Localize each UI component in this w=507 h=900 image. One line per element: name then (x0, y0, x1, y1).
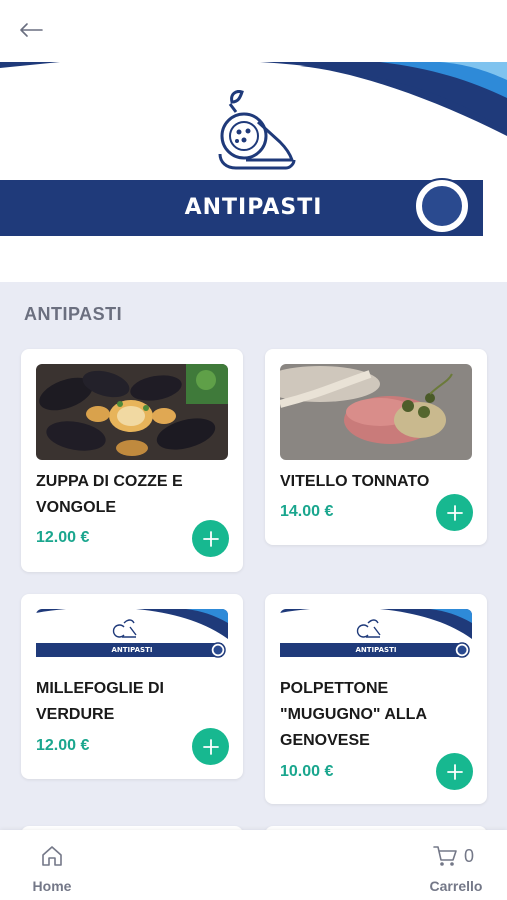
antipasti-food-icon (218, 90, 296, 170)
product-image (36, 364, 228, 460)
product-image: ANTIPASTI (280, 609, 472, 669)
mussels-photo (36, 364, 228, 460)
product-image (280, 364, 472, 460)
add-to-cart-button[interactable] (436, 753, 473, 790)
product-price: 12.00 € (36, 529, 90, 546)
placeholder-banner-label: ANTIPASTI (355, 646, 397, 654)
top-bar (0, 0, 507, 62)
product-name: MILLEFOGLIE DI VERDURE (36, 680, 164, 723)
category-banner: ANTIPASTI (0, 62, 507, 282)
cart-icon (433, 846, 457, 866)
product-name: POLPETTONE "MUGUGNO" ALLA GENOVESE (280, 680, 427, 749)
product-card[interactable]: VITELLO TONNATO 14.00 € (265, 349, 487, 545)
section-title: ANTIPASTI (24, 304, 123, 324)
product-name: VITELLO TONNATO (280, 473, 430, 490)
home-icon (42, 846, 62, 866)
add-to-cart-button[interactable] (436, 494, 473, 531)
nav-cart-label: Carrello (429, 878, 483, 894)
product-price: 10.00 € (280, 763, 334, 780)
vitello-tonnato-photo (280, 364, 472, 460)
nav-cart-button[interactable]: 0 Carrello (424, 840, 488, 894)
placeholder-banner-label: ANTIPASTI (111, 646, 153, 654)
restaurant-seal-logo (414, 178, 470, 234)
nav-home-label: Home (32, 878, 72, 894)
product-name: ZUPPA DI COZZE E VONGOLE (36, 473, 183, 516)
product-price: 12.00 € (36, 737, 90, 754)
plus-icon (446, 504, 463, 521)
plus-icon (202, 738, 219, 755)
nav-home-button[interactable]: Home (28, 840, 76, 894)
cart-count: 0 (464, 846, 475, 866)
back-button[interactable] (16, 16, 48, 44)
product-card[interactable]: ANTIPASTI POLPETTONE "MUGUGNO" ALLA GENO… (265, 594, 487, 804)
antipasti-banner-placeholder (280, 609, 472, 669)
product-card[interactable]: ZUPPA DI COZZE E VONGOLE 12.00 € (21, 349, 243, 572)
product-image: ANTIPASTI (36, 609, 228, 669)
antipasti-banner-placeholder (36, 609, 228, 669)
bottom-navigation: Home 0 Carrello (0, 830, 507, 900)
plus-icon (202, 530, 219, 547)
arrow-left-icon (20, 23, 43, 37)
add-to-cart-button[interactable] (192, 520, 229, 557)
plus-icon (446, 763, 463, 780)
add-to-cart-button[interactable] (192, 728, 229, 765)
product-card[interactable]: ANTIPASTI MILLEFOGLIE DI VERDURE 12.00 € (21, 594, 243, 779)
product-price: 14.00 € (280, 503, 334, 520)
